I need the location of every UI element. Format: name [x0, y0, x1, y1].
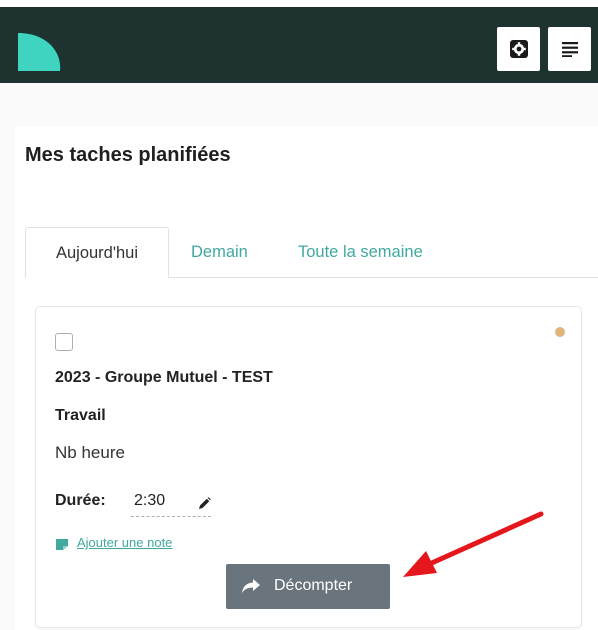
task-checkbox[interactable] — [55, 333, 73, 351]
menu-lines-icon — [561, 42, 578, 57]
status-dot — [555, 327, 565, 337]
note-icon — [56, 539, 68, 550]
page-title: Mes taches planifiées — [25, 144, 231, 166]
add-note-link[interactable]: Ajouter une note — [77, 535, 172, 550]
edit-pencil-icon[interactable] — [198, 497, 211, 510]
share-arrow-icon — [242, 579, 260, 593]
tab-whole-week[interactable]: Toute la semaine — [298, 227, 423, 277]
tab-bar: Aujourd'hui Demain Toute la semaine — [25, 227, 598, 278]
app-logo-icon[interactable] — [16, 31, 62, 73]
settings-button[interactable] — [497, 27, 540, 71]
decompter-button-label: Décompter — [274, 577, 353, 594]
menu-button[interactable] — [548, 27, 591, 71]
task-category: Travail — [55, 407, 106, 424]
tab-tomorrow[interactable]: Demain — [191, 227, 248, 277]
settings-icon — [509, 40, 528, 58]
decompter-button[interactable]: Décompter — [226, 564, 390, 609]
duration-value: 2:30 — [134, 492, 166, 509]
duration-label: Durée: — [55, 492, 106, 509]
task-type: Nb heure — [55, 443, 125, 462]
tab-today[interactable]: Aujourd'hui — [25, 227, 169, 278]
task-project: 2023 - Groupe Mutuel - TEST — [55, 369, 273, 386]
top-bar — [0, 7, 598, 83]
